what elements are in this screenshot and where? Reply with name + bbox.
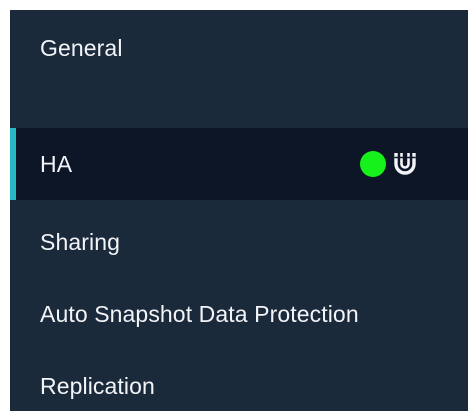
active-indicator <box>10 128 16 200</box>
sidebar-item-label: Sharing <box>40 228 120 255</box>
magnet-icon <box>394 153 416 175</box>
sidebar-item-label: General <box>40 34 123 61</box>
sidebar-item-sharing[interactable]: Sharing <box>10 220 468 264</box>
ha-status <box>360 128 418 200</box>
sidebar-item-ha[interactable]: HA <box>10 128 468 200</box>
sidebar-item-label: HA <box>40 150 73 177</box>
status-indicator <box>360 151 386 177</box>
sidebar-item-label: Auto Snapshot Data Protection <box>40 300 359 327</box>
settings-sidebar: General HA Sharing Auto Snapshot Data Pr… <box>10 10 468 411</box>
sidebar-item-general[interactable]: General <box>10 28 468 68</box>
sidebar-item-auto-snapshot-data-protection[interactable]: Auto Snapshot Data Protection <box>10 292 468 336</box>
sidebar-item-label: Replication <box>40 372 155 399</box>
sidebar-item-replication[interactable]: Replication <box>10 364 468 408</box>
